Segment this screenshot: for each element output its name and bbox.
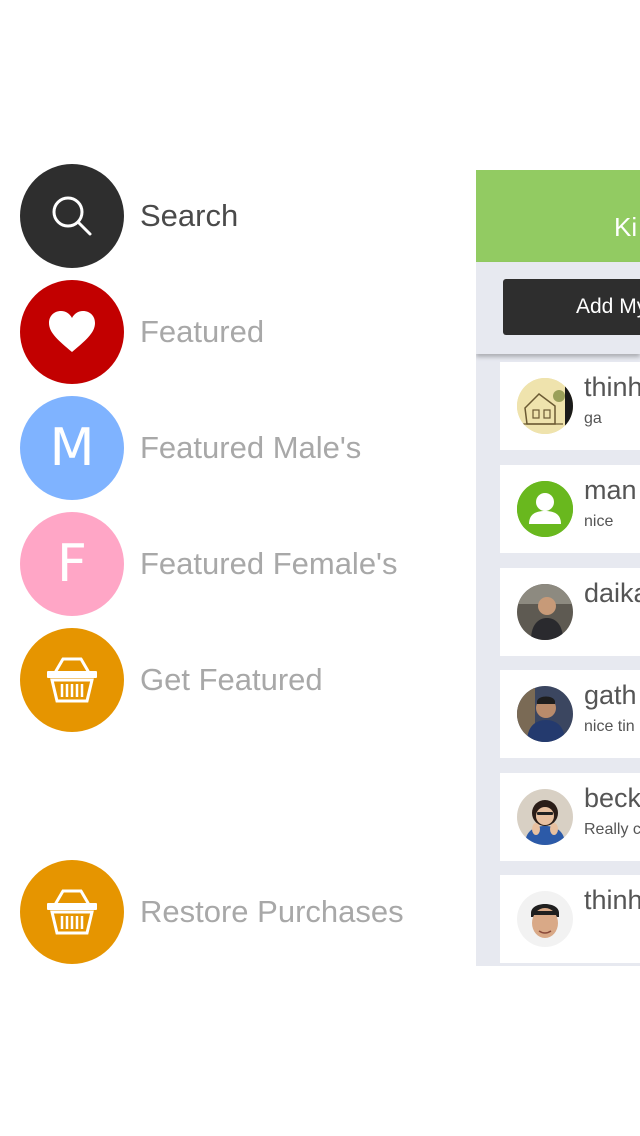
photo-avatar: [517, 891, 573, 947]
feed-item-name: thinh: [584, 885, 640, 915]
feed-item[interactable]: thinh: [500, 875, 640, 963]
menu-label-featured: Featured: [140, 314, 265, 349]
menu-item-restore-purchases[interactable]: Restore Purchases: [20, 860, 404, 964]
menu-item-featured-males[interactable]: M Featured Male's: [20, 396, 361, 500]
default-user-avatar: [517, 481, 573, 537]
search-icon: [20, 164, 124, 268]
menu-label-featured-females: Featured Female's: [140, 546, 398, 581]
photo-avatar: [517, 584, 573, 640]
button-bar: Add My: [476, 262, 640, 354]
feed-item-name: beck: [584, 783, 640, 813]
feed-item[interactable]: thinh ga: [500, 362, 640, 450]
heart-icon: [20, 280, 124, 384]
feed-item-message: ga: [584, 410, 602, 427]
feed-item-message: nice tin: [584, 718, 635, 735]
feed-item-message: nice: [584, 513, 614, 530]
panel-header: Ki: [476, 170, 640, 262]
menu-item-get-featured[interactable]: Get Featured: [20, 628, 323, 732]
female-letter-icon: F: [20, 512, 124, 616]
basket-icon: [20, 860, 124, 964]
side-menu: Search Featured M Featured Male's F Feat…: [0, 0, 476, 1136]
basket-icon: [20, 628, 124, 732]
add-button[interactable]: Add My: [503, 279, 640, 335]
menu-label-search: Search: [140, 198, 239, 233]
feed-item-name: daika: [584, 578, 640, 608]
menu-item-featured-females[interactable]: F Featured Female's: [20, 512, 397, 616]
photo-avatar: [517, 789, 573, 845]
feed-item-name: thinh: [584, 372, 640, 402]
feed-item[interactable]: man nice: [500, 465, 640, 553]
menu-label-get-featured: Get Featured: [140, 662, 323, 697]
menu-item-featured[interactable]: Featured: [20, 280, 264, 384]
feed-item-name: man: [584, 475, 637, 505]
page-title: Ki: [614, 212, 638, 242]
menu-item-search[interactable]: Search: [20, 164, 238, 268]
feed-item[interactable]: beck Really c: [500, 773, 640, 861]
menu-label-restore-purchases: Restore Purchases: [140, 894, 404, 929]
menu-label-featured-males: Featured Male's: [140, 430, 362, 465]
feed-item-name: gath: [584, 680, 637, 710]
photo-avatar: [517, 686, 573, 742]
feed-item[interactable]: gath nice tin: [500, 670, 640, 758]
main-content-panel[interactable]: Ki Add My thinh ga: [476, 170, 640, 966]
feed-item-message: Really c: [584, 821, 640, 838]
feed-item[interactable]: daika: [500, 568, 640, 656]
house-sketch-avatar: [517, 378, 573, 434]
male-letter-icon: M: [20, 396, 124, 500]
